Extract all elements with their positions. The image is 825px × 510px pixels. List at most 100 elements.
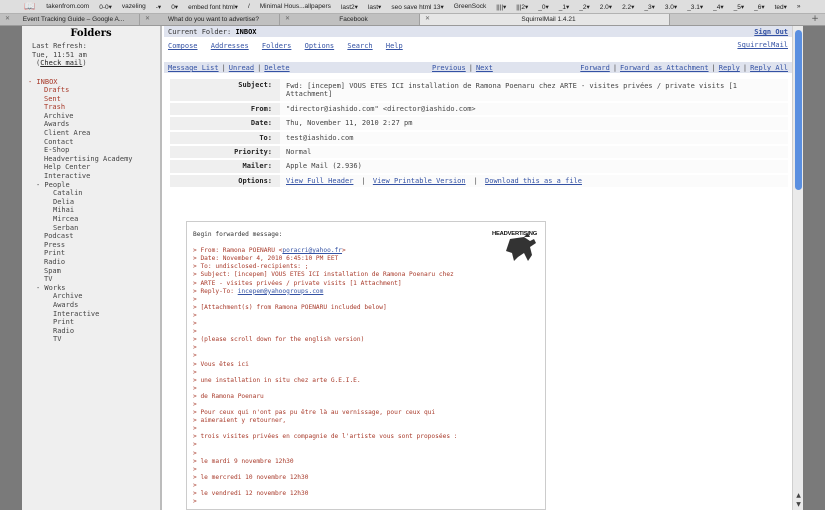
close-tab-icon[interactable]: ✕ <box>285 14 290 25</box>
folder-item[interactable]: Podcast <box>22 232 160 241</box>
bookmark-item[interactable]: last▾ <box>363 3 386 11</box>
previous-link[interactable]: Previous <box>432 64 466 72</box>
bookmark-item[interactable]: embed font html▾ <box>183 3 243 11</box>
forward-attachment-link[interactable]: Forward as Attachment <box>620 64 709 72</box>
folder-item[interactable]: Archive <box>22 112 160 121</box>
bookmark-item[interactable]: 2.0▾ <box>595 3 617 11</box>
bookmark-item[interactable]: -▾ <box>151 3 166 11</box>
message-list-link[interactable]: Message List <box>168 64 219 72</box>
compose-link[interactable]: Compose <box>168 42 198 50</box>
folder-item[interactable]: Interactive <box>22 172 160 181</box>
folder-item[interactable]: Help Center <box>22 163 160 172</box>
addresses-link[interactable]: Addresses <box>211 42 249 50</box>
squirrelmail-link[interactable]: SquirrelMail <box>737 41 788 49</box>
close-tab-icon[interactable]: ✕ <box>425 14 430 25</box>
tab-advertise[interactable]: ✕ What do you want to advertise? <box>140 14 280 25</box>
close-tab-icon[interactable]: ✕ <box>5 14 10 25</box>
bookmark-item[interactable]: Minimal Hous...allpapers <box>255 3 336 11</box>
folder-item[interactable]: Catalin <box>22 189 160 198</box>
folder-item[interactable]: Print <box>22 249 160 258</box>
folder-item[interactable]: Awards <box>22 120 160 129</box>
folder-item[interactable]: Contact <box>22 138 160 147</box>
folder-item[interactable]: Client Area <box>22 129 160 138</box>
folder-item[interactable]: Drafts <box>22 86 160 95</box>
view-printable-link[interactable]: View Printable Version <box>373 177 466 185</box>
bookmark-item[interactable]: _4▾ <box>708 3 729 11</box>
bookmark-item[interactable]: _6▾ <box>749 3 770 11</box>
folder-item[interactable]: Spam <box>22 267 160 276</box>
folder-item[interactable]: Trash <box>22 103 160 112</box>
bookmark-item[interactable]: _3.1▾ <box>682 3 708 11</box>
unread-link[interactable]: Unread <box>229 64 254 72</box>
options-link[interactable]: Options <box>305 42 335 50</box>
help-link[interactable]: Help <box>386 42 403 50</box>
bookmark-item[interactable]: 0▾ <box>166 3 183 11</box>
folder-item[interactable]: Serban <box>22 224 160 233</box>
bookmark-item[interactable]: _1▾ <box>554 3 575 11</box>
bookmark-item[interactable]: last2▾ <box>336 3 363 11</box>
replyto-email-link[interactable]: incepem@yahoogroups.com <box>238 288 324 295</box>
nav-right: Forward | Forward as Attachment | Reply | Repl… <box>580 64 788 72</box>
folder-item[interactable]: Awards <box>22 301 160 310</box>
bookmark-item[interactable]: 2.2▾ <box>617 3 639 11</box>
vendredi-line: > le vendredi 12 novembre 12h30 <box>193 490 309 497</box>
bookmark-item[interactable]: 0-0▾ <box>94 3 117 11</box>
quote-marker: > <box>193 498 197 506</box>
folder-item[interactable]: Interactive <box>22 310 160 319</box>
folder-item[interactable]: - People <box>22 181 160 190</box>
download-file-link[interactable]: Download this as a file <box>485 177 582 185</box>
forward-link[interactable]: Forward <box>580 64 610 72</box>
delete-link[interactable]: Delete <box>264 64 289 72</box>
bookmark-item[interactable]: » <box>792 3 806 11</box>
check-mail-link[interactable]: Check mail <box>40 59 82 67</box>
bookmark-item[interactable]: _3▾ <box>639 3 660 11</box>
bookmark-item[interactable]: seo save html 13▾ <box>386 3 448 11</box>
new-tab-button[interactable]: + <box>805 14 825 25</box>
scroll-down-arrow-icon[interactable]: ▼ <box>794 501 803 509</box>
scroll-thumb[interactable] <box>795 30 802 190</box>
folder-item[interactable]: Sent <box>22 95 160 104</box>
bookmark-item[interactable]: / <box>243 3 255 11</box>
vertical-scrollbar[interactable]: ▲ ▼ <box>792 26 803 510</box>
bookmark-item[interactable]: vazeling <box>117 3 151 11</box>
search-link[interactable]: Search <box>347 42 372 50</box>
from-value: "director@iashido.com" <director@iashido… <box>280 102 788 116</box>
tab-event-tracking[interactable]: ✕ Event Tracking Guide – Google A... <box>0 14 140 25</box>
folder-item[interactable]: Mihai <box>22 206 160 215</box>
folder-item[interactable]: Archive <box>22 292 160 301</box>
bookmark-item[interactable]: GreenSock <box>449 3 492 11</box>
from-email-link[interactable]: poracri@yahoo.fr <box>282 247 342 254</box>
sign-out-link[interactable]: Sign Out <box>754 28 788 36</box>
view-full-header-link[interactable]: View Full Header <box>286 177 353 185</box>
quote-marker: > <box>193 311 197 319</box>
bookmark-item[interactable]: ted▾ <box>770 3 792 11</box>
reply-link[interactable]: Reply <box>719 64 740 72</box>
next-link[interactable]: Next <box>476 64 493 72</box>
folder-item[interactable]: Headvertising Academy <box>22 155 160 164</box>
reply-all-link[interactable]: Reply All <box>750 64 788 72</box>
bookmark-item[interactable]: takenfrom.com <box>41 3 94 11</box>
close-tab-icon[interactable]: ✕ <box>145 14 150 25</box>
folder-item[interactable]: TV <box>22 335 160 344</box>
folder-item[interactable]: E-Shop <box>22 146 160 155</box>
folder-item[interactable]: Mircea <box>22 215 160 224</box>
bookmark-item[interactable]: _2▾ <box>574 3 595 11</box>
folder-item[interactable]: Press <box>22 241 160 250</box>
bookmarks-book-icon[interactable]: 📖 <box>0 2 41 12</box>
folder-item[interactable]: Radio <box>22 327 160 336</box>
folder-item[interactable]: - INBOX <box>22 78 160 87</box>
scroll-up-arrow-icon[interactable]: ▲ <box>794 492 803 500</box>
bookmark-item[interactable]: _0▾ <box>533 3 554 11</box>
folder-item[interactable]: Delia <box>22 198 160 207</box>
bookmark-item[interactable]: |||2▾ <box>511 3 533 11</box>
bookmark-item[interactable]: _5▾ <box>729 3 750 11</box>
folder-item[interactable]: Radio <box>22 258 160 267</box>
bookmark-item[interactable]: 3.0▾ <box>660 3 682 11</box>
folders-link[interactable]: Folders <box>262 42 292 50</box>
tab-squirrelmail[interactable]: ✕ SquirrelMail 1.4.21 <box>420 14 670 25</box>
folder-item[interactable]: Print <box>22 318 160 327</box>
folder-item[interactable]: TV <box>22 275 160 284</box>
folder-item[interactable]: - Works <box>22 284 160 293</box>
bookmark-item[interactable]: ||||▾ <box>491 3 511 11</box>
tab-facebook[interactable]: ✕ Facebook <box>280 14 420 25</box>
